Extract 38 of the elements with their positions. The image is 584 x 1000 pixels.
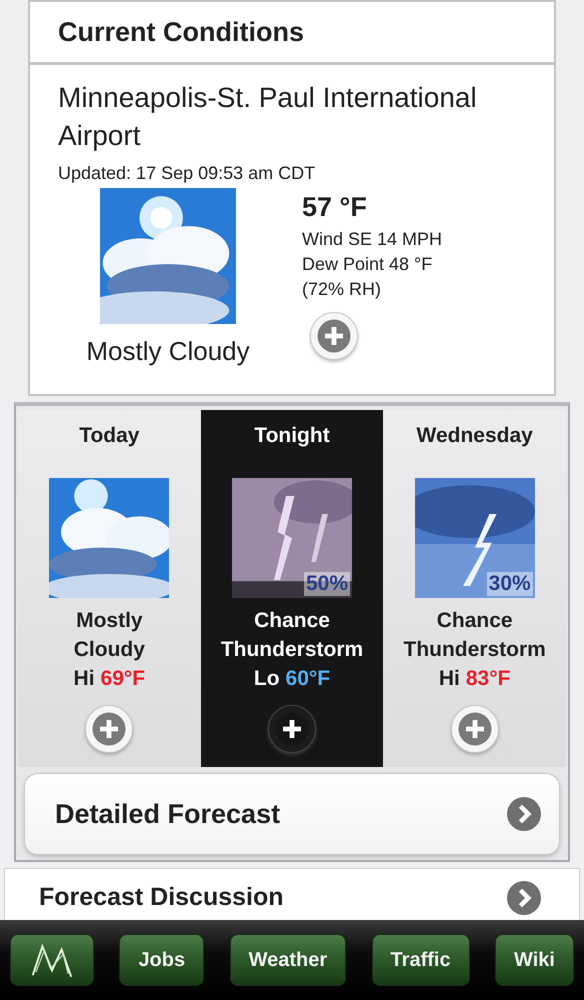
forecast-summary: Thunderstorm [220,637,364,663]
temperature: 60°F [286,667,330,690]
weather-detail: (72% RH) [302,278,382,301]
tab-button[interactable]: Jobs [119,934,204,986]
forecast-period[interactable]: Wednesday 30% Chance Thunderstorm Hi 83°F [383,410,566,767]
temperature-label: Hi [438,667,460,690]
forecast-summary: Chance [436,608,513,634]
forecast-summary: Mostly [76,608,143,634]
detailed-forecast-button[interactable]: Detailed Forecast [24,773,560,855]
forecast-period[interactable]: Today Mostly Cloudy Hi 69°F [18,410,201,767]
tab-button[interactable]: Traffic [372,934,470,986]
period-name: Tonight [254,424,330,449]
period-name: Today [79,424,140,449]
temperature: 83°F [466,667,510,690]
tab-button[interactable]: Weather [230,934,346,986]
temperature-label: Hi [74,667,95,690]
temperature: 57 °F [302,192,368,223]
temperature-label: Lo [254,667,280,690]
forecast-summary: Thunderstorm [404,637,546,663]
chevron-icon [507,797,541,831]
precipitation-chance: 30% [486,572,533,596]
tab-button[interactable]: Wiki [495,934,574,986]
forecast-summary: Cloudy [74,637,145,663]
home-button[interactable] [10,934,94,986]
station-name: Minneapolis-St. Paul International Airport [58,81,478,153]
precipitation-chance: 50% [304,572,350,596]
section-title: Current Conditions [58,16,304,48]
period-name: Wednesday [416,424,533,449]
forecast-period[interactable]: Tonight 50% Chance Thunderstorm Lo 60°F [200,410,384,767]
weather-detail: Wind SE 14 MPH [302,228,442,251]
condition-text: Mostly Cloudy [86,336,250,367]
chevron-icon [507,880,541,914]
forecast-discussion-button[interactable]: Forecast Discussion [4,868,580,920]
temperature: 69°F [100,667,146,690]
more-button[interactable] [268,705,316,753]
forecast-summary: Chance [254,608,330,634]
weather-detail: Dew Point 48 °F [302,253,434,276]
updated-time: Updated: 17 Sep 09:53 am CDT [58,163,316,184]
